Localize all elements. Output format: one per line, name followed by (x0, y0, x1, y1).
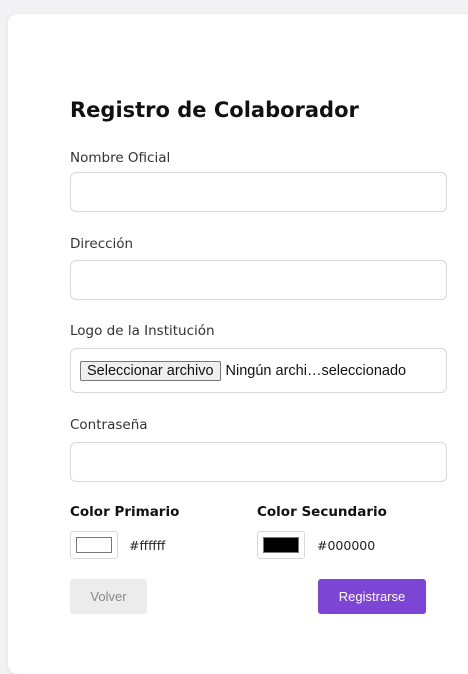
page-title: Registro de Colaborador (70, 98, 359, 122)
password-label: Contraseña (70, 417, 148, 433)
secondary-color-label: Color Secundario (257, 504, 387, 520)
secondary-color-picker[interactable] (257, 531, 305, 559)
address-label: Dirección (70, 236, 134, 252)
select-file-button[interactable]: Seleccionar archivo (80, 360, 221, 381)
secondary-color-value: #000000 (317, 538, 376, 553)
registration-card: Registro de Colaborador Nombre Oficial D… (8, 14, 468, 674)
logo-label: Logo de la Institución (70, 323, 215, 339)
secondary-color-swatch (263, 537, 299, 553)
password-input[interactable] (70, 442, 447, 482)
primary-color-value: #ffffff (129, 538, 166, 553)
logo-file-input[interactable]: Seleccionar archivo Ningún archi…selecci… (70, 348, 447, 393)
back-button[interactable]: Volver (70, 579, 147, 614)
official-name-label: Nombre Oficial (70, 150, 171, 166)
primary-color-swatch (76, 537, 112, 553)
file-status-text: Ningún archi…seleccionado (225, 362, 407, 379)
official-name-input[interactable] (70, 172, 447, 212)
primary-color-picker[interactable] (70, 531, 118, 559)
primary-color-label: Color Primario (70, 504, 180, 520)
address-input[interactable] (70, 260, 447, 300)
register-button[interactable]: Registrarse (318, 579, 426, 614)
